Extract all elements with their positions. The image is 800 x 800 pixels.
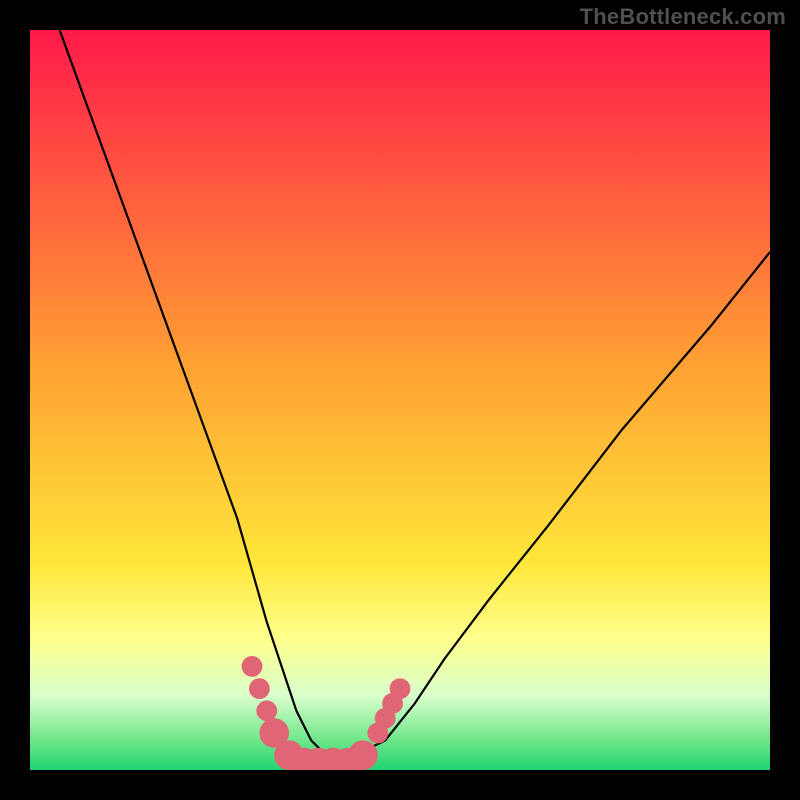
plot-background xyxy=(30,30,770,770)
highlight-node xyxy=(242,656,263,677)
highlight-node xyxy=(249,678,270,699)
highlight-node xyxy=(348,740,378,770)
highlight-node xyxy=(256,700,277,721)
chart-frame: TheBottleneck.com xyxy=(0,0,800,800)
highlight-node xyxy=(390,678,411,699)
bottleneck-chart xyxy=(0,0,800,800)
watermark-text: TheBottleneck.com xyxy=(580,4,786,30)
